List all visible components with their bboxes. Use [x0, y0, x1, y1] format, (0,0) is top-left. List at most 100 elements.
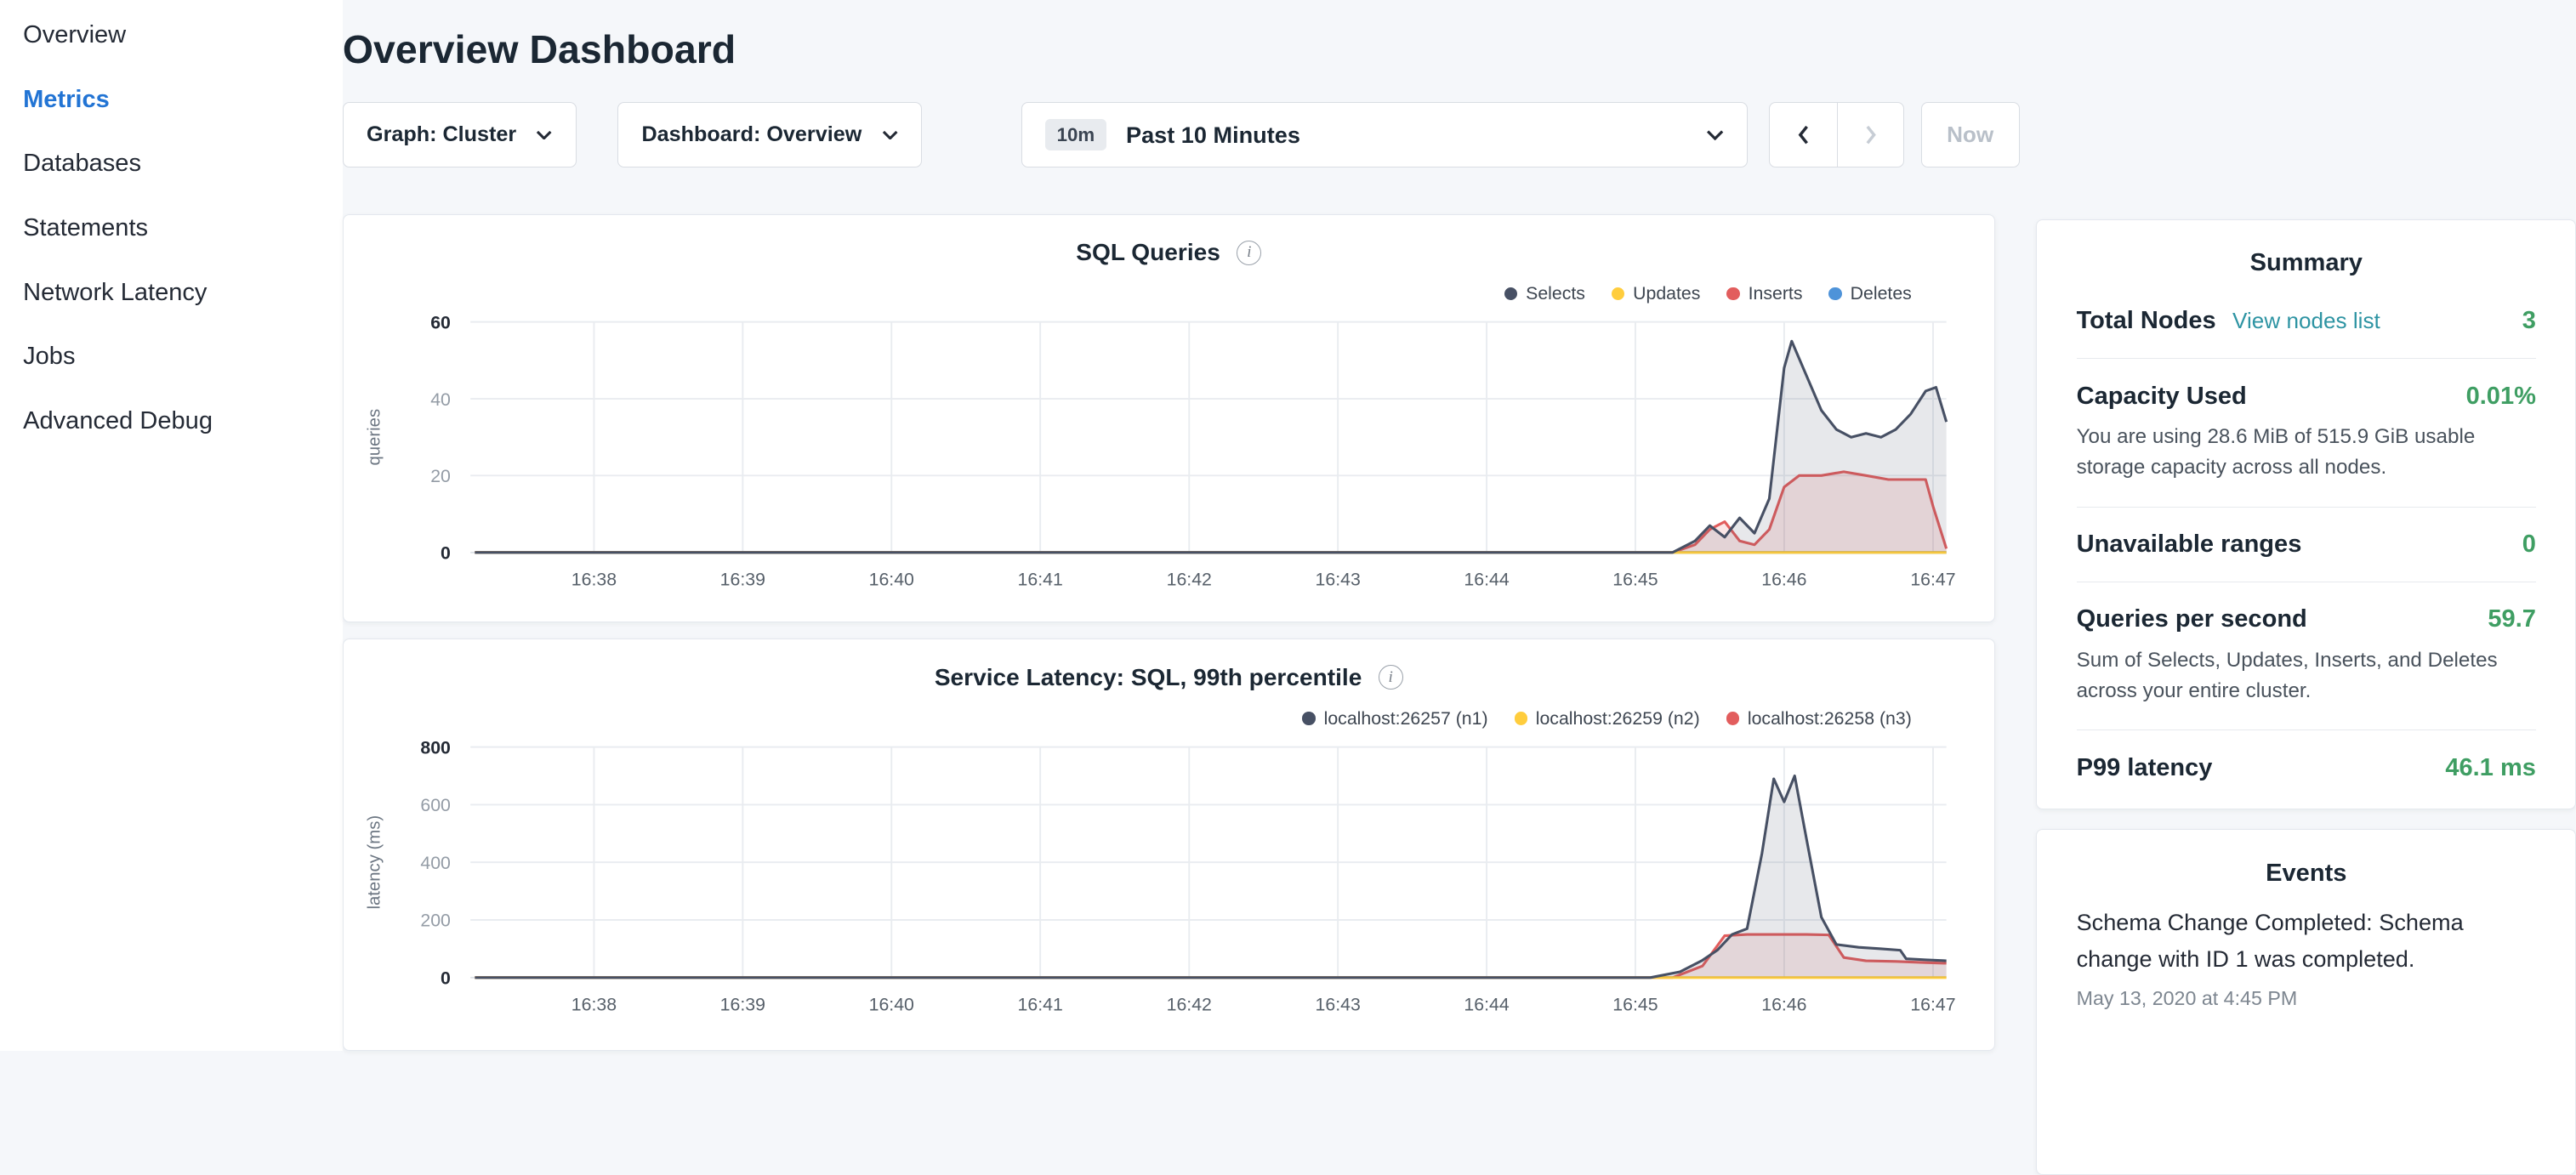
svg-text:0: 0: [441, 542, 451, 563]
svg-text:16:42: 16:42: [1166, 569, 1211, 589]
chevron-down-icon: [1706, 129, 1724, 141]
svg-text:16:44: 16:44: [1464, 569, 1509, 589]
sidebar-item-databases[interactable]: Databases: [0, 132, 343, 196]
svg-text:16:41: 16:41: [1017, 569, 1062, 589]
legend-item-updates: Updates: [1612, 283, 1700, 304]
legend-label: Deletes: [1851, 283, 1912, 304]
info-icon[interactable]: i: [1379, 665, 1403, 690]
chart-title: Service Latency: SQL, 99th percentile: [935, 664, 1362, 691]
legend-label: localhost:26259 (n2): [1536, 708, 1700, 729]
main-content: Overview Dashboard Graph: Cluster Dashbo…: [343, 0, 2020, 1051]
event-item: Schema Change Completed: Schema change w…: [2037, 894, 2575, 1010]
summary-label: Unavailable ranges: [2077, 531, 2302, 559]
sidebar-item-network-latency[interactable]: Network Latency: [0, 260, 343, 325]
svg-text:latency (ms): latency (ms): [366, 815, 384, 909]
view-nodes-list-link[interactable]: View nodes list: [2232, 308, 2380, 334]
time-prev-button[interactable]: [1769, 102, 1836, 167]
chevron-down-icon: [882, 130, 898, 140]
legend-label: Updates: [1633, 283, 1700, 304]
summary-description: You are using 28.6 MiB of 515.9 GiB usab…: [2077, 422, 2536, 484]
legend-label: localhost:26257 (n1): [1324, 708, 1488, 729]
summary-title: Summary: [2037, 249, 2575, 277]
page-title: Overview Dashboard: [343, 26, 2020, 72]
legend-label: localhost:26258 (n3): [1748, 708, 1912, 729]
info-icon[interactable]: i: [1237, 241, 1261, 265]
legend-dot: [1612, 287, 1624, 300]
sidebar-item-metrics[interactable]: Metrics: [0, 67, 343, 132]
svg-text:16:45: 16:45: [1612, 994, 1658, 1014]
legend-label: Inserts: [1749, 283, 1803, 304]
summary-row-unavailable-ranges: Unavailable ranges 0: [2077, 508, 2536, 582]
svg-text:60: 60: [430, 312, 451, 332]
now-button[interactable]: Now: [1921, 102, 2020, 167]
graph-dropdown-label: Graph: Cluster: [367, 122, 516, 147]
svg-text:200: 200: [420, 910, 451, 930]
summary-panel: Summary Total Nodes View nodes list 3 Ca…: [2036, 219, 2576, 809]
svg-text:16:40: 16:40: [868, 994, 913, 1014]
dashboard-dropdown[interactable]: Dashboard: Overview: [617, 102, 922, 167]
svg-text:16:41: 16:41: [1017, 994, 1062, 1014]
time-range-dropdown[interactable]: 10m Past 10 Minutes: [1021, 102, 1748, 167]
svg-text:400: 400: [420, 852, 451, 872]
legend-item-n2: localhost:26259 (n2): [1515, 708, 1700, 729]
right-sidebar: Summary Total Nodes View nodes list 3 Ca…: [2036, 0, 2576, 1051]
graph-dropdown[interactable]: Graph: Cluster: [343, 102, 577, 167]
sidebar-item-jobs[interactable]: Jobs: [0, 325, 343, 389]
summary-label: Capacity Used: [2077, 383, 2247, 411]
summary-row-p99-latency: P99 latency 46.1 ms: [2077, 730, 2536, 804]
legend-item-n1: localhost:26257 (n1): [1302, 708, 1487, 729]
legend-dot: [1515, 712, 1527, 724]
chevron-right-icon: [1864, 125, 1877, 145]
svg-text:16:44: 16:44: [1464, 994, 1509, 1014]
svg-text:16:39: 16:39: [720, 994, 765, 1014]
legend-dot: [1726, 287, 1739, 300]
sidebar-item-overview[interactable]: Overview: [0, 3, 343, 68]
legend-item-inserts: Inserts: [1726, 283, 1802, 304]
chart-card-service-latency: Service Latency: SQL, 99th percentile i …: [343, 639, 1995, 1050]
legend-dot: [1726, 712, 1739, 724]
summary-row-capacity-used: Capacity Used 0.01% You are using 28.6 M…: [2077, 359, 2536, 507]
svg-text:16:47: 16:47: [1910, 994, 1955, 1014]
chart-card-sql-queries: SQL Queries i Selects Updates Inserts De…: [343, 214, 1995, 622]
legend-item-selects: Selects: [1504, 283, 1585, 304]
svg-text:16:43: 16:43: [1315, 994, 1360, 1014]
time-next-button[interactable]: [1837, 102, 1904, 167]
svg-text:16:46: 16:46: [1761, 569, 1806, 589]
chart-header: SQL Queries i: [344, 236, 1994, 270]
time-range-controls: 10m Past 10 Minutes Now: [1021, 102, 2020, 167]
legend-dot: [1302, 712, 1315, 724]
svg-text:16:42: 16:42: [1166, 994, 1211, 1014]
event-timestamp: May 13, 2020 at 4:45 PM: [2077, 987, 2536, 1010]
summary-label: P99 latency: [2077, 754, 2213, 782]
chart-header: Service Latency: SQL, 99th percentile i: [344, 661, 1994, 694]
svg-text:20: 20: [430, 466, 451, 486]
dashboard-dropdown-label: Dashboard: Overview: [641, 122, 862, 147]
summary-label: Total Nodes: [2077, 307, 2216, 335]
chevron-down-icon: [536, 130, 552, 140]
chart-title: SQL Queries: [1076, 239, 1220, 266]
svg-text:16:46: 16:46: [1761, 994, 1806, 1014]
summary-rows: Total Nodes View nodes list 3 Capacity U…: [2037, 284, 2575, 808]
summary-value: 0.01%: [2466, 383, 2536, 411]
svg-text:16:43: 16:43: [1315, 569, 1360, 589]
legend-item-deletes: Deletes: [1828, 283, 1911, 304]
svg-text:16:38: 16:38: [571, 569, 617, 589]
chart-legend: localhost:26257 (n1) localhost:26259 (n2…: [344, 707, 1994, 730]
summary-row-queries-per-second: Queries per second 59.7 Sum of Selects, …: [2077, 582, 2536, 730]
legend-label: Selects: [1526, 283, 1585, 304]
sidebar: Overview Metrics Databases Statements Ne…: [0, 0, 343, 1051]
event-text: Schema Change Completed: Schema change w…: [2077, 904, 2536, 978]
summary-value: 59.7: [2488, 605, 2536, 633]
legend-dot: [1828, 287, 1841, 300]
svg-text:0: 0: [441, 968, 451, 988]
sql-queries-plot: 16:3816:3916:4016:4116:4216:4316:4416:45…: [344, 312, 1995, 595]
app-root: Overview Metrics Databases Statements Ne…: [0, 0, 2576, 1051]
summary-description: Sum of Selects, Updates, Inserts, and De…: [2077, 645, 2536, 707]
service-latency-plot: 16:3816:3916:4016:4116:4216:4316:4416:45…: [344, 737, 1995, 1020]
chart-legend: Selects Updates Inserts Deletes: [344, 282, 1994, 305]
sidebar-item-statements[interactable]: Statements: [0, 196, 343, 261]
svg-text:16:40: 16:40: [868, 569, 913, 589]
summary-row-total-nodes: Total Nodes View nodes list 3: [2077, 284, 2536, 359]
sidebar-item-advanced-debug[interactable]: Advanced Debug: [0, 389, 343, 453]
svg-text:16:45: 16:45: [1612, 569, 1658, 589]
